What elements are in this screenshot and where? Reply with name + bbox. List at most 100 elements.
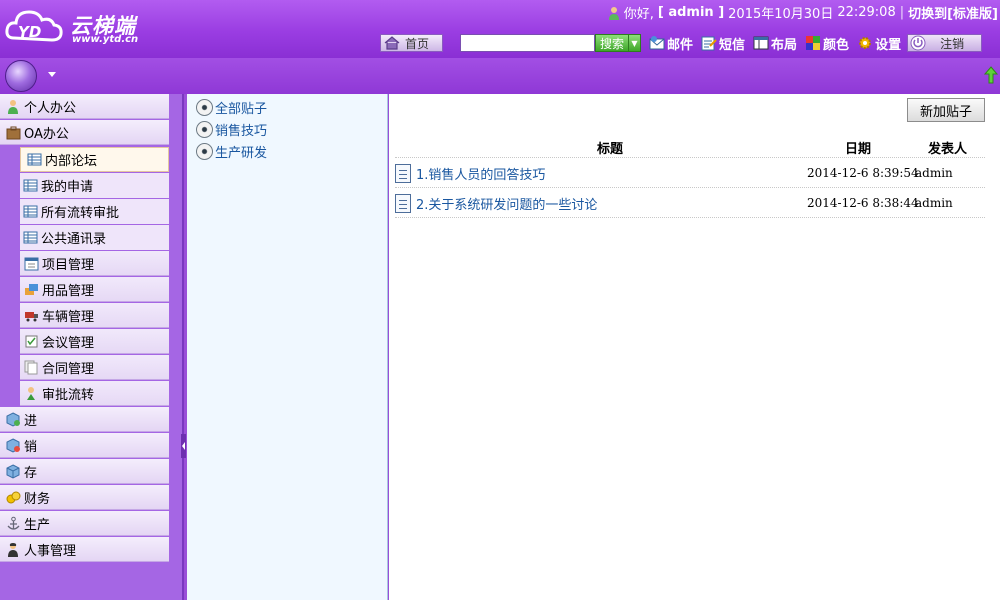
sidebar-item-label: 会议管理 <box>42 335 95 351</box>
sms-button[interactable]: 短信 <box>701 34 745 53</box>
calendar-icon <box>24 257 39 270</box>
left-navigation: 个人办公 OA办公 内部论坛 我的申请 所有流转审批 公共通讯录 项目管理 用品… <box>0 94 186 600</box>
divider: | <box>899 5 905 20</box>
forum-category-panel: 全部贴子 销售技巧 生产研发 <box>187 94 388 600</box>
sidebar-collapse-handle[interactable] <box>181 434 186 458</box>
logout-label: 注销 <box>940 36 965 51</box>
mail-button[interactable]: 邮件 <box>649 34 693 53</box>
sidebar-item-my-requests[interactable]: 我的申请 <box>20 173 169 198</box>
table-row: 1.销售人员的回答技巧 2014-12-6 8:39:54 admin <box>395 158 985 188</box>
cube-icon <box>6 463 20 479</box>
mail-label: 邮件 <box>667 37 694 53</box>
sidebar-item-label: OA办公 <box>24 126 69 142</box>
color-label: 颜色 <box>823 37 850 53</box>
sidebar-item-contracts[interactable]: 合同管理 <box>20 355 169 380</box>
post-title-link[interactable]: 2.关于系统研发问题的一些讨论 <box>416 194 597 213</box>
category-sales-tips[interactable]: 销售技巧 <box>196 120 267 139</box>
document-icon <box>395 194 411 213</box>
current-time: 22:29:08 <box>837 5 896 20</box>
category-production-rd[interactable]: 生产研发 <box>196 142 267 161</box>
sidebar-item-hr[interactable]: 人事管理 <box>0 537 169 562</box>
sidebar-item-all-approvals[interactable]: 所有流转审批 <box>20 199 169 224</box>
sidebar-item-label: 个人办公 <box>24 100 77 116</box>
sidebar-item-forum[interactable]: 内部论坛 <box>20 147 169 172</box>
logo[interactable]: YD 云梯端 www.ytd.cn <box>4 4 154 50</box>
sidebar-item-label: 财务 <box>24 491 51 507</box>
home-button[interactable]: 首页 <box>380 34 443 52</box>
start-menu-orb-icon[interactable] <box>5 60 37 92</box>
home-label: 首页 <box>405 36 430 51</box>
category-label: 销售技巧 <box>215 124 268 139</box>
meeting-icon <box>25 335 38 347</box>
sidebar-item-inventory[interactable]: 存 <box>0 459 169 484</box>
color-button[interactable]: 颜色 <box>805 34 849 53</box>
greeting-text: 你好, <box>623 7 654 22</box>
approval-icon <box>27 386 35 400</box>
search-dropdown-toggle[interactable]: ▼ <box>629 34 641 52</box>
mail-icon <box>649 36 665 50</box>
truck-icon <box>25 311 38 321</box>
sidebar-item-meetings[interactable]: 会议管理 <box>20 329 169 354</box>
sidebar-item-finance[interactable]: 财务 <box>0 485 169 510</box>
new-post-button[interactable]: 新加贴子 <box>907 98 985 122</box>
sidebar-item-label: 我的申请 <box>41 180 94 195</box>
cloud-logo-icon: YD <box>5 10 63 42</box>
dropdown-arrow-icon[interactable] <box>48 72 56 77</box>
pages-icon <box>24 360 38 374</box>
coins-icon <box>6 491 21 503</box>
user-info-bar: 你好, [ admin ] 2015年10月30日 22:29:08 | 切换到… <box>608 3 998 22</box>
settings-label: 设置 <box>875 37 902 53</box>
sidebar-item-approval-flow[interactable]: 审批流转 <box>20 381 169 406</box>
sidebar-item-vehicles[interactable]: 车辆管理 <box>20 303 169 328</box>
staff-icon <box>8 542 18 557</box>
up-arrow-icon[interactable] <box>984 66 998 84</box>
settings-button[interactable]: 设置 <box>857 34 901 53</box>
sidebar-item-label: 合同管理 <box>42 361 95 377</box>
radio-disc-icon <box>196 121 213 138</box>
sidebar-item-label: 项目管理 <box>42 257 95 273</box>
top-header: YD 云梯端 www.ytd.cn 你好, [ admin ] 2015年10月… <box>0 0 1000 58</box>
logout-button[interactable]: 注销 <box>907 34 983 52</box>
sidebar-item-label: 生产 <box>24 517 51 533</box>
current-date: 2015年10月30日 <box>728 7 834 22</box>
sidebar-item-projects[interactable]: 项目管理 <box>20 251 169 276</box>
sidebar-item-personal-office[interactable]: 个人办公 <box>0 94 169 119</box>
power-icon <box>910 35 926 51</box>
sidebar-item-label: 进 <box>24 413 38 429</box>
grid-icon <box>27 153 42 166</box>
anchor-icon <box>7 516 20 530</box>
username[interactable]: [ admin ] <box>658 5 724 20</box>
column-title: 标题 <box>596 142 623 157</box>
logo-url: www.ytd.cn <box>72 34 139 45</box>
search-input[interactable] <box>460 34 595 52</box>
sidebar-item-sales[interactable]: 销 <box>0 433 169 458</box>
sidebar-item-label: 审批流转 <box>42 387 95 403</box>
layout-label: 布局 <box>771 37 798 53</box>
sms-label: 短信 <box>719 37 746 53</box>
cube-out-icon <box>6 437 20 453</box>
sidebar-item-label: 存 <box>24 465 38 481</box>
person-icon <box>8 99 18 114</box>
category-all-posts[interactable]: 全部贴子 <box>196 98 267 117</box>
grid-icon <box>23 231 38 244</box>
forum-post-list: 新加贴子 标题 日期 发表人 1.销售人员的回答技巧 2014-12-6 8:3… <box>389 94 1000 600</box>
sidebar-item-oa[interactable]: OA办公 <box>0 120 169 145</box>
sidebar-item-label: 用品管理 <box>42 283 95 299</box>
sidebar-item-production[interactable]: 生产 <box>0 511 169 536</box>
radio-disc-icon <box>196 99 213 116</box>
search-button[interactable]: 搜索 <box>595 34 629 52</box>
sidebar-item-label: 内部论坛 <box>45 154 98 169</box>
grid-icon <box>23 179 38 192</box>
supplies-icon <box>25 283 38 295</box>
cube-in-icon <box>6 411 20 427</box>
radio-disc-icon <box>196 143 213 160</box>
sidebar-item-public-contacts[interactable]: 公共通讯录 <box>20 225 169 250</box>
sidebar-item-supplies[interactable]: 用品管理 <box>20 277 169 302</box>
color-palette-icon <box>806 36 821 50</box>
layout-button[interactable]: 布局 <box>753 34 797 53</box>
sidebar-item-purchase[interactable]: 进 <box>0 407 169 432</box>
secondary-bar <box>0 58 1000 94</box>
post-title-link[interactable]: 1.销售人员的回答技巧 <box>416 164 545 183</box>
sidebar-item-label: 公共通讯录 <box>41 232 107 247</box>
switch-version-link[interactable]: 切换到[标准版] <box>908 3 998 22</box>
